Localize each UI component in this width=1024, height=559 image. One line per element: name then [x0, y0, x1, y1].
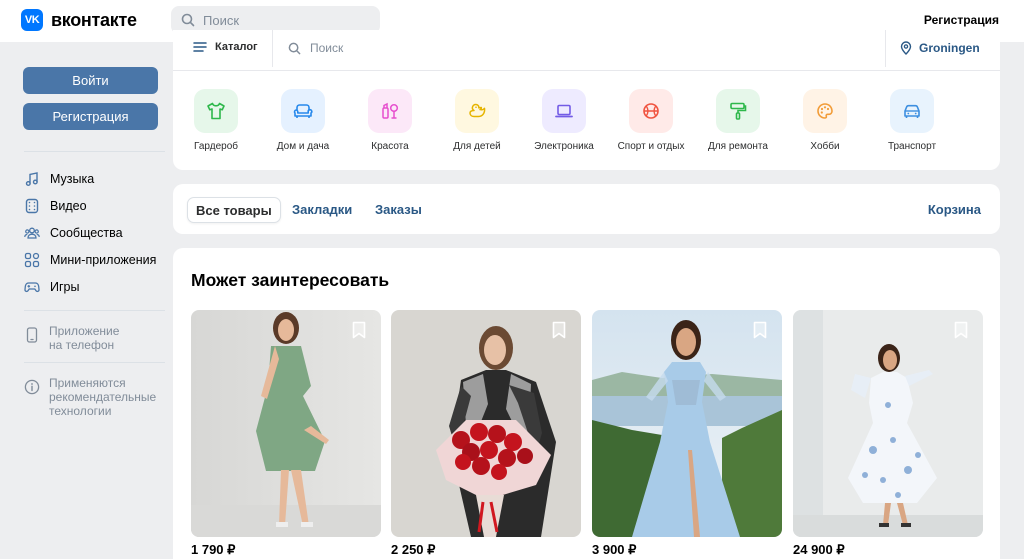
category-label: Для детей — [453, 141, 501, 152]
category-sport[interactable]: Спорт и отдых — [606, 89, 696, 152]
tab-orders[interactable]: Заказы — [375, 197, 422, 223]
vk-logo-text: вконтакте — [51, 9, 137, 30]
product-card[interactable]: 1 790 ₽ — [191, 310, 381, 558]
category-label: Электроника — [534, 141, 594, 152]
toolbar-divider — [885, 30, 886, 67]
product-price: 1 790 ₽ — [191, 542, 236, 557]
product-price: 2 250 ₽ — [391, 542, 436, 557]
ball-icon — [629, 89, 673, 133]
catalog-toolbar: Каталог Groningen — [173, 30, 1000, 71]
category-label: Гардероб — [194, 141, 238, 152]
sidebar-nav: Музыка Видео Сообщества Мини-приложения … — [20, 165, 168, 300]
category-label: Для ремонта — [708, 141, 768, 152]
sidebar-item-video[interactable]: Видео — [20, 192, 168, 219]
app-promo-text: Приложение на телефон — [49, 324, 120, 352]
music-icon — [24, 171, 40, 187]
communities-icon — [24, 225, 40, 241]
tshirt-icon — [194, 89, 238, 133]
search-icon — [181, 13, 195, 27]
search-icon — [288, 42, 301, 54]
palette-icon — [803, 89, 847, 133]
catalog-search[interactable] — [288, 41, 510, 55]
info-icon — [24, 376, 40, 418]
cart-link[interactable]: Корзина — [928, 197, 981, 223]
sidebar-item-games[interactable]: Игры — [20, 273, 168, 300]
product-price: 24 900 ₽ — [793, 542, 845, 557]
category-renovation[interactable]: Для ремонта — [693, 89, 783, 152]
vk-logo[interactable]: VK вконтакте — [21, 9, 137, 31]
sidebar-item-label: Музыка — [50, 171, 95, 186]
header-register-link[interactable]: Регистрация — [924, 13, 999, 27]
phone-icon — [24, 324, 40, 352]
product-image[interactable] — [793, 310, 983, 537]
roller-icon — [716, 89, 760, 133]
sidebar-item-communities[interactable]: Сообщества — [20, 219, 168, 246]
sidebar-divider — [24, 310, 165, 311]
sofa-icon — [281, 89, 325, 133]
market-tabs: Все товары Закладки Заказы Корзина — [173, 184, 1000, 234]
tab-all-products[interactable]: Все товары — [187, 197, 281, 223]
left-sidebar: Войти Регистрация Музыка Видео Сообществ… — [20, 42, 168, 418]
category-label: Красота — [371, 141, 409, 152]
bookmark-icon[interactable] — [951, 320, 971, 340]
category-label: Спорт и отдых — [617, 141, 685, 152]
register-button[interactable]: Регистрация — [23, 103, 158, 130]
car-icon — [890, 89, 934, 133]
category-home[interactable]: Дом и дача — [258, 89, 348, 152]
mini-apps-icon — [24, 252, 40, 268]
vk-logo-icon: VK — [21, 9, 43, 31]
product-image[interactable] — [191, 310, 381, 537]
catalog-menu-label: Каталог — [215, 41, 258, 53]
toolbar-divider — [272, 30, 273, 67]
catalog-search-input[interactable] — [310, 41, 510, 55]
bookmark-icon[interactable] — [549, 320, 569, 340]
location-label: Groningen — [919, 41, 980, 55]
sidebar-divider — [24, 362, 165, 363]
video-icon — [24, 198, 40, 214]
sidebar-divider — [24, 151, 165, 152]
category-hobby[interactable]: Хобби — [780, 89, 870, 152]
product-price: 3 900 ₽ — [592, 542, 637, 557]
category-kids[interactable]: Для детей — [432, 89, 522, 152]
category-label: Транспорт — [887, 141, 937, 152]
header-search-input[interactable] — [203, 12, 363, 28]
location-pin-icon — [900, 41, 912, 55]
sidebar-item-label: Сообщества — [50, 225, 123, 240]
product-card[interactable]: 3 900 ₽ — [592, 310, 782, 558]
sidebar-recommendations-note[interactable]: Применяются рекомендательные технологии — [20, 376, 168, 418]
category-wardrobe[interactable]: Гардероб — [171, 89, 261, 152]
product-card[interactable]: 24 900 ₽ — [793, 310, 983, 558]
hamburger-icon — [193, 42, 207, 52]
product-image[interactable] — [391, 310, 581, 537]
sidebar-item-label: Видео — [50, 198, 87, 213]
category-electronics[interactable]: Электроника — [519, 89, 609, 152]
sidebar-item-mini-apps[interactable]: Мини-приложения — [20, 246, 168, 273]
sidebar-item-label: Мини-приложения — [50, 252, 157, 267]
sidebar-app-promo[interactable]: Приложение на телефон — [20, 324, 168, 352]
category-label: Хобби — [810, 141, 840, 152]
bookmark-icon[interactable] — [750, 320, 770, 340]
bookmark-icon[interactable] — [349, 320, 369, 340]
product-image[interactable] — [592, 310, 782, 537]
laptop-icon — [542, 89, 586, 133]
category-beauty[interactable]: Красота — [345, 89, 435, 152]
games-icon — [24, 279, 40, 295]
category-label: Дом и дача — [276, 141, 330, 152]
location-selector[interactable]: Groningen — [900, 41, 980, 55]
login-button[interactable]: Войти — [23, 67, 158, 94]
sidebar-item-label: Игры — [50, 279, 80, 294]
duck-icon — [455, 89, 499, 133]
catalog-panel: Каталог Groningen Гардероб Дом и дача Кр… — [173, 30, 1000, 170]
product-card[interactable]: 2 250 ₽ — [391, 310, 581, 558]
recommendations-text: Применяются рекомендательные технологии — [49, 376, 157, 418]
recommendations-section: Может заинтересовать 1 790 ₽ 2 250 ₽ 3 9… — [173, 248, 1000, 559]
tab-bookmarks[interactable]: Закладки — [292, 197, 352, 223]
category-transport[interactable]: Транспорт — [867, 89, 957, 152]
beauty-icon — [368, 89, 412, 133]
sidebar-item-music[interactable]: Музыка — [20, 165, 168, 192]
section-title: Может заинтересовать — [191, 270, 390, 290]
catalog-menu-button[interactable]: Каталог — [193, 41, 258, 53]
